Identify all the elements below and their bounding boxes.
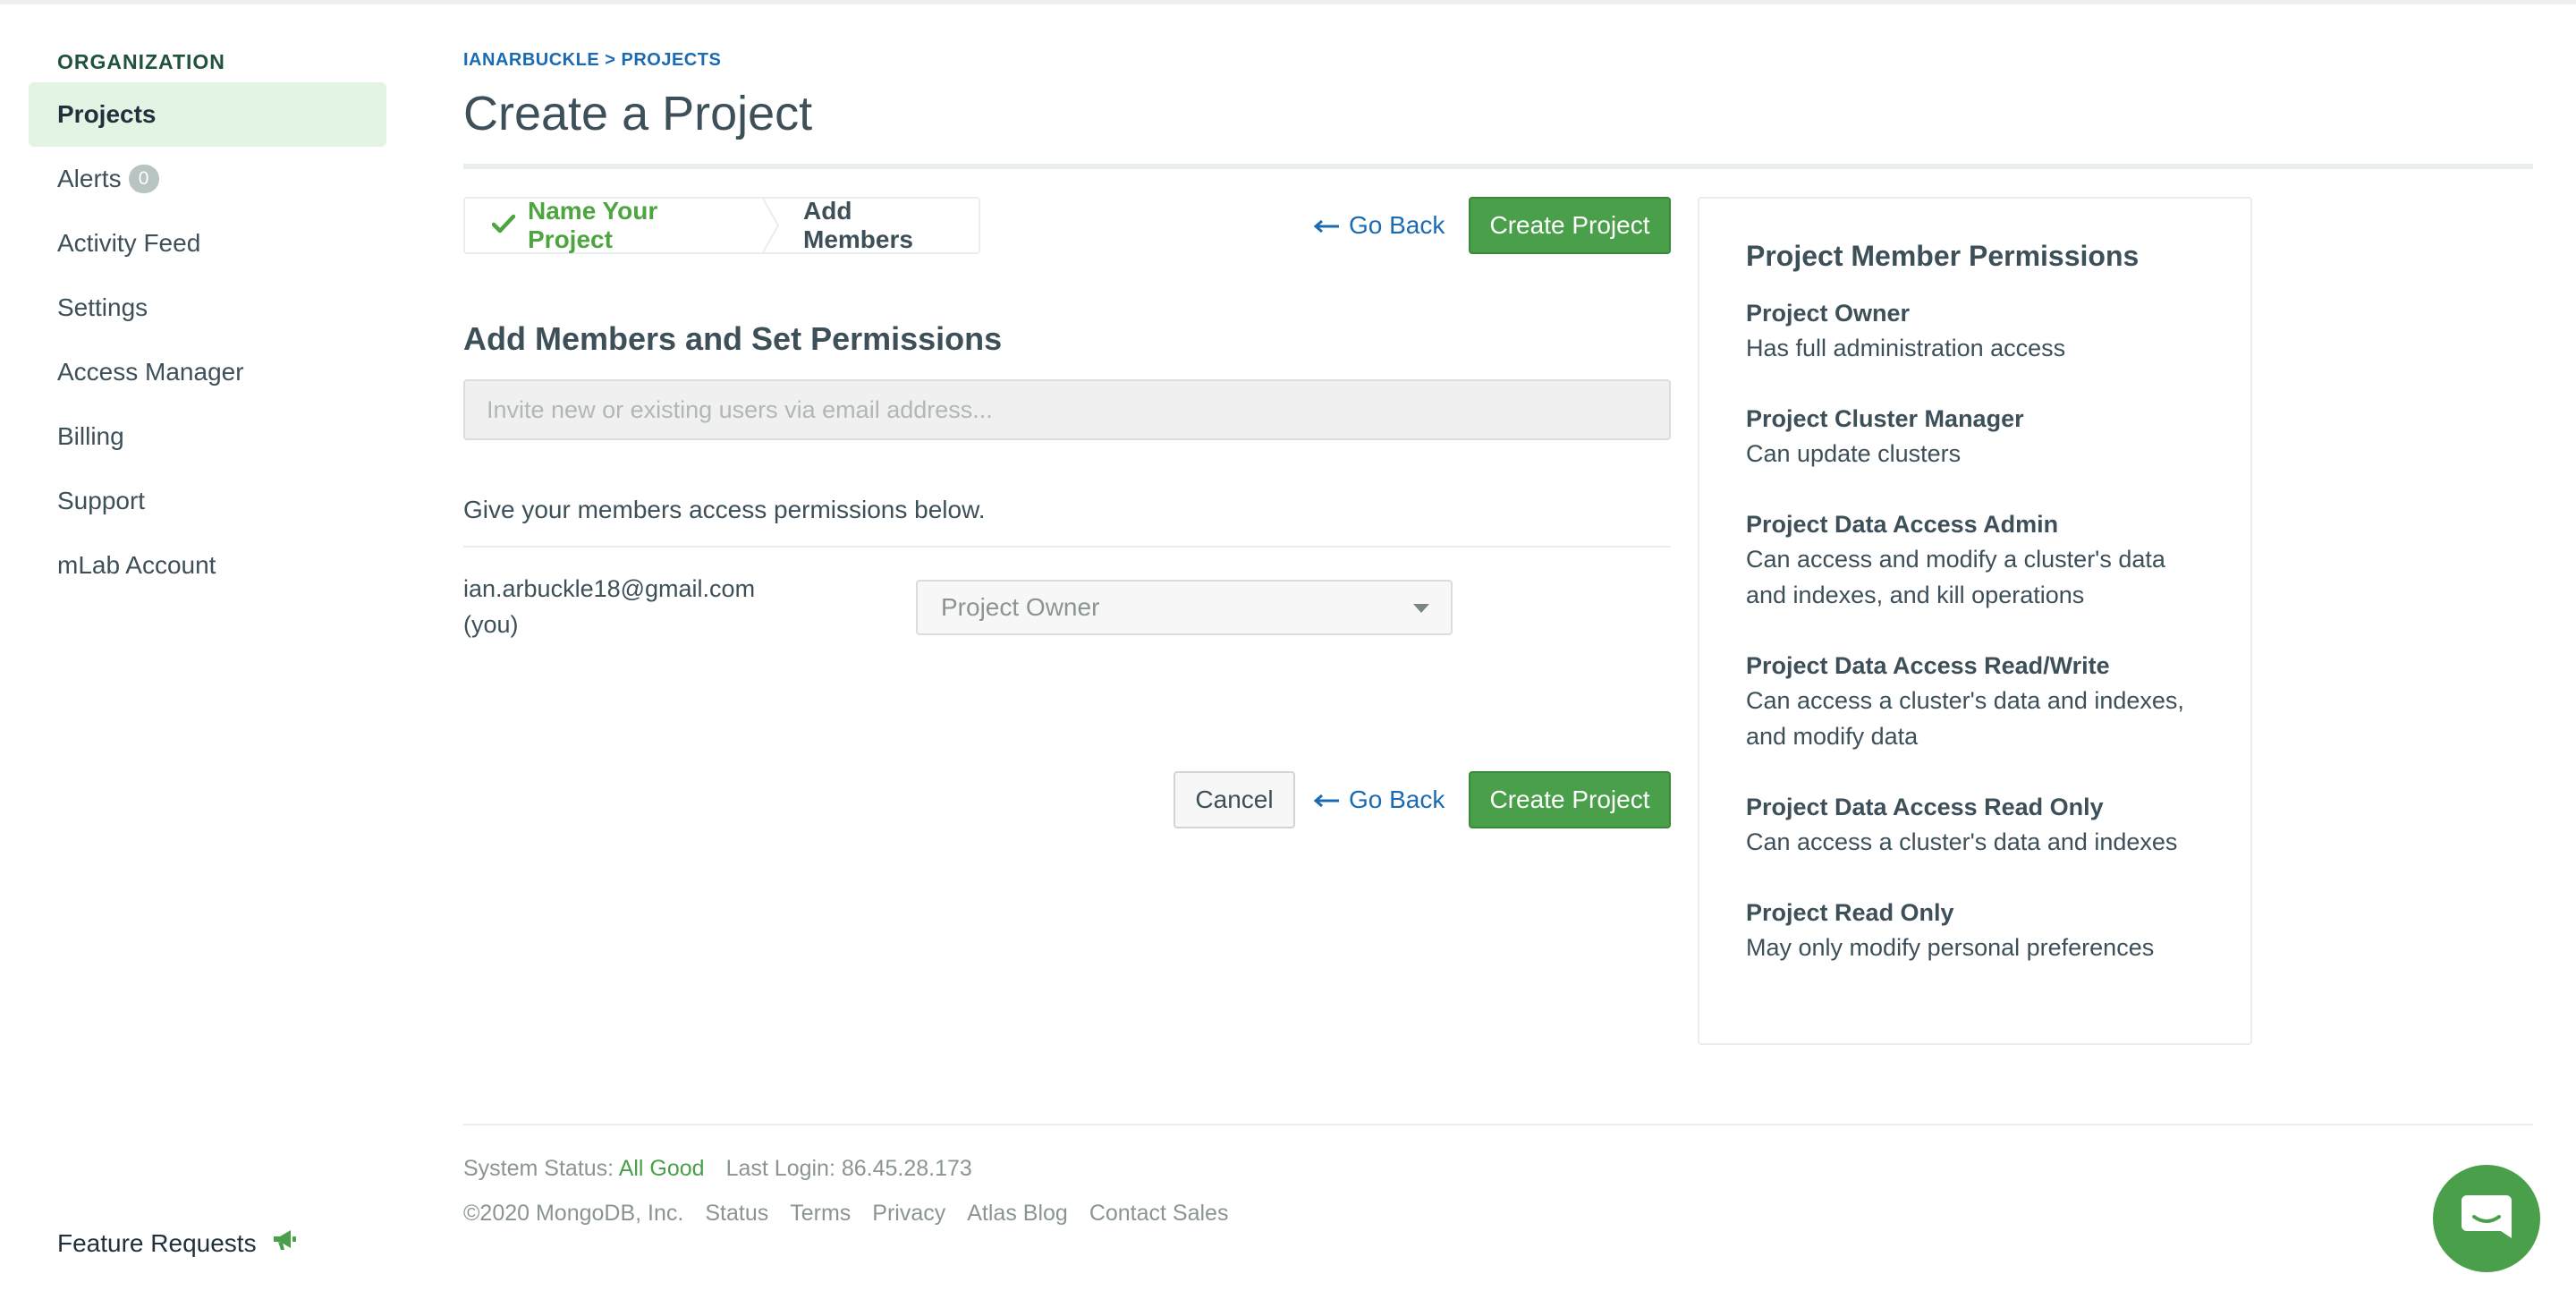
role-desc: Can access a cluster's data and indexes,…: [1746, 687, 2184, 750]
selected-role: Project Owner: [941, 593, 1100, 621]
invite-email-input[interactable]: [463, 379, 1671, 440]
member-role-select[interactable]: Project Owner: [916, 580, 1453, 635]
step-label: Name Your Project: [528, 197, 658, 253]
role-description: Project Read Only May only modify person…: [1746, 896, 2250, 965]
breadcrumb-separator: >: [605, 50, 616, 70]
wizard-steps: Name Your Project Add Members: [463, 197, 980, 254]
sidebar-section-label: ORGANIZATION: [57, 50, 225, 73]
step-label: Add Members: [803, 197, 913, 253]
sidebar-item-label: mLab Account: [57, 551, 216, 579]
permissions-help-text: Give your members access permissions bel…: [463, 496, 986, 523]
footer-status: System Status: All Good Last Login: 86.4…: [463, 1156, 972, 1182]
chat-button[interactable]: [2433, 1165, 2540, 1272]
sidebar: ORGANIZATION Projects Alerts 0 Activity …: [0, 0, 411, 1308]
sidebar-item-label: Alerts: [57, 165, 122, 192]
sidebar-item-label: Settings: [57, 293, 148, 321]
step-add-members: Add Members: [764, 197, 979, 253]
permissions-panel-title: Project Member Permissions: [1746, 240, 2140, 272]
go-back-label: Go Back: [1349, 786, 1445, 813]
footer-link-terms[interactable]: Terms: [790, 1201, 851, 1227]
cancel-button[interactable]: Cancel: [1174, 771, 1295, 828]
role-name: Project Data Access Read Only: [1746, 794, 2104, 820]
go-back-label: Go Back: [1349, 211, 1445, 239]
role-name: Project Data Access Read/Write: [1746, 652, 2110, 679]
sidebar-item-support[interactable]: Support: [29, 469, 386, 533]
sidebar-item-label: Billing: [57, 422, 124, 450]
breadcrumb: IANARBUCKLE > PROJECTS: [463, 50, 721, 71]
create-project-button-top[interactable]: Create Project: [1469, 197, 1671, 254]
permissions-divider: [463, 546, 1671, 548]
chevron-down-icon: [1413, 604, 1429, 613]
go-back-link-top[interactable]: Go Back: [1313, 211, 1445, 240]
footer-links: ©2020 MongoDB, Inc. Status Terms Privacy…: [463, 1201, 1228, 1227]
role-description: Project Data Access Read/Write Can acces…: [1746, 649, 2250, 754]
footer-divider: [463, 1124, 2533, 1125]
sidebar-item-label: Support: [57, 487, 146, 514]
role-description: Project Data Access Read Only Can access…: [1746, 790, 2250, 860]
sidebar-item-label: Projects: [57, 100, 157, 128]
footer-link-atlas-blog[interactable]: Atlas Blog: [967, 1201, 1068, 1227]
sidebar-item-label: Access Manager: [57, 358, 244, 386]
footer-link-privacy[interactable]: Privacy: [872, 1201, 945, 1227]
role-name: Project Data Access Admin: [1746, 511, 2059, 538]
chat-icon: [2460, 1192, 2513, 1246]
role-desc: May only modify personal preferences: [1746, 934, 2155, 961]
feature-requests-link[interactable]: Feature Requests: [57, 1227, 298, 1259]
footer-link-contact-sales[interactable]: Contact Sales: [1089, 1201, 1229, 1227]
role-desc: Can update clusters: [1746, 440, 1962, 467]
check-icon: [491, 211, 528, 240]
sidebar-item-projects[interactable]: Projects: [29, 82, 386, 147]
last-login: Last Login: 86.45.28.173: [725, 1156, 972, 1181]
sidebar-item-access-manager[interactable]: Access Manager: [29, 340, 386, 404]
role-desc: Can access and modify a cluster's data a…: [1746, 546, 2165, 608]
alerts-count-badge: 0: [128, 165, 159, 193]
footer-link-status[interactable]: Status: [705, 1201, 768, 1227]
arrow-left-icon: [1313, 211, 1340, 240]
page-title: Create a Project: [463, 87, 813, 140]
member-email: ian.arbuckle18@gmail.com: [463, 575, 756, 602]
permissions-panel: Project Member Permissions Project Owner…: [1698, 197, 2252, 1045]
go-back-link-bottom[interactable]: Go Back: [1313, 786, 1445, 814]
copyright: ©2020 MongoDB, Inc.: [463, 1201, 684, 1226]
breadcrumb-org[interactable]: IANARBUCKLE: [463, 50, 599, 70]
megaphone-icon: [271, 1227, 298, 1259]
sidebar-item-billing[interactable]: Billing: [29, 404, 386, 469]
role-description: Project Data Access Admin Can access and…: [1746, 507, 2250, 613]
system-status: System Status: All Good: [463, 1156, 705, 1182]
member-you-label: (you): [463, 611, 519, 638]
section-title: Add Members and Set Permissions: [463, 320, 1003, 357]
sidebar-item-settings[interactable]: Settings: [29, 276, 386, 340]
sidebar-item-mlab-account[interactable]: mLab Account: [29, 533, 386, 598]
system-status-value[interactable]: All Good: [619, 1156, 705, 1181]
sidebar-item-alerts[interactable]: Alerts 0: [29, 147, 386, 211]
sidebar-item-activity-feed[interactable]: Activity Feed: [29, 211, 386, 276]
role-description: Project Cluster Manager Can update clust…: [1746, 402, 2250, 471]
role-description: Project Owner Has full administration ac…: [1746, 296, 2250, 366]
header-divider: [463, 164, 2533, 169]
role-name: Project Cluster Manager: [1746, 405, 2024, 432]
member-row-email: ian.arbuckle18@gmail.com (you): [463, 571, 755, 642]
role-desc: Has full administration access: [1746, 335, 2066, 361]
role-desc: Can access a cluster's data and indexes: [1746, 828, 2178, 855]
role-name: Project Owner: [1746, 300, 1911, 327]
step-name-your-project[interactable]: Name Your Project: [465, 197, 764, 253]
role-name: Project Read Only: [1746, 899, 1954, 926]
feature-requests-label: Feature Requests: [57, 1228, 257, 1257]
create-project-button-bottom[interactable]: Create Project: [1469, 771, 1671, 828]
system-status-label: System Status:: [463, 1156, 614, 1181]
arrow-left-icon: [1313, 786, 1340, 814]
sidebar-item-label: Activity Feed: [57, 229, 201, 257]
breadcrumb-projects[interactable]: PROJECTS: [621, 50, 721, 70]
